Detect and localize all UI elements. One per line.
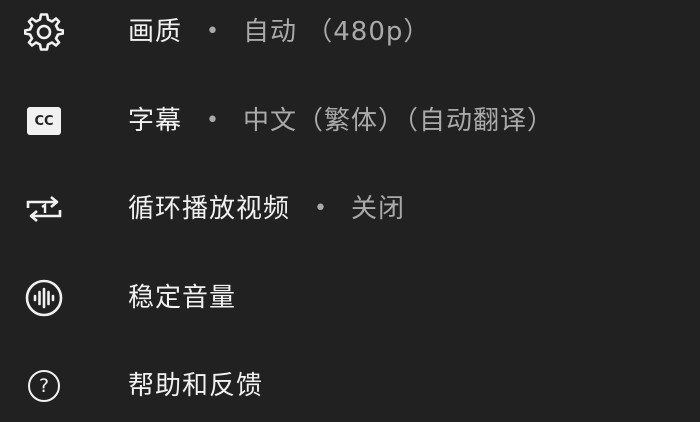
help-icon: ? [24, 366, 64, 406]
settings-menu: 画质 • 自动 （480p） CC 字幕 • 中文（繁体）（自动翻译） 循环播放… [0, 0, 700, 422]
stable-volume-icon [24, 278, 64, 318]
menu-item-stable-volume[interactable]: 稳定音量 [0, 254, 700, 342]
separator-dot: • [206, 19, 219, 44]
menu-item-quality[interactable]: 画质 • 自动 （480p） [0, 0, 700, 76]
menu-item-loop-video[interactable]: 循环播放视频 • 关闭 [0, 165, 700, 253]
help-icon-text: ? [38, 374, 50, 397]
loop-video-label: 循环播放视频 [128, 194, 291, 224]
stable-volume-label: 稳定音量 [128, 283, 237, 313]
subtitles-label: 字幕 [128, 106, 183, 136]
menu-item-help-feedback[interactable]: ? 帮助和反馈 [0, 342, 700, 422]
separator-dot: • [314, 196, 327, 221]
quality-value: 自动 （480p） [243, 17, 431, 47]
menu-item-subtitles[interactable]: CC 字幕 • 中文（繁体）（自动翻译） [0, 77, 700, 165]
loop-video-value: 关闭 [351, 194, 406, 224]
subtitles-value: 中文（繁体）（自动翻译） [243, 106, 555, 136]
closed-captions-icon: CC [24, 101, 64, 141]
separator-dot: • [206, 108, 219, 133]
loop-one-icon [24, 189, 64, 229]
cc-icon-text: CC [34, 113, 54, 129]
quality-label: 画质 [128, 17, 183, 47]
help-feedback-label: 帮助和反馈 [128, 371, 264, 401]
gear-icon [24, 12, 64, 52]
